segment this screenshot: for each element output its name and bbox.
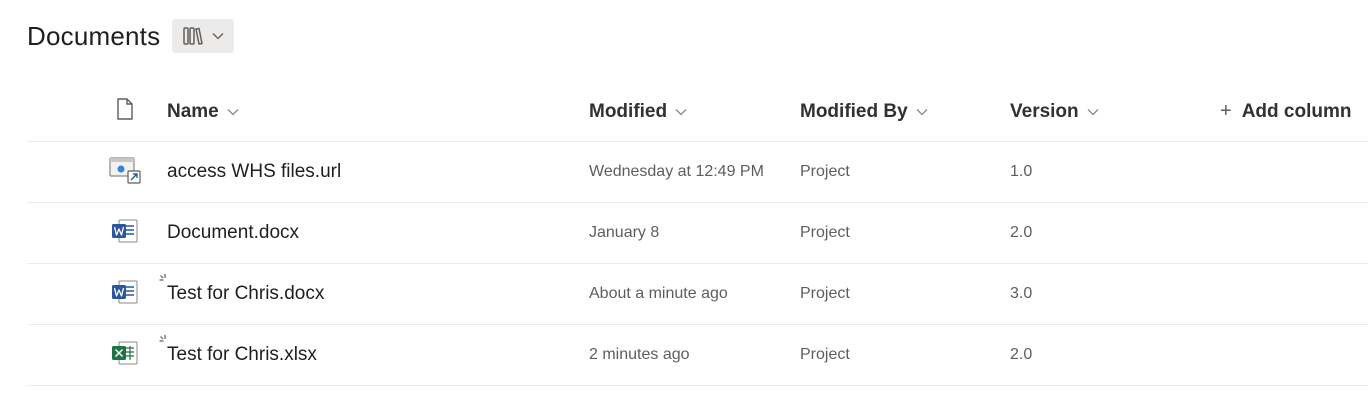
chevron-down-icon — [227, 108, 239, 116]
name-column-header[interactable]: Name — [167, 82, 239, 141]
excel-icon — [110, 340, 140, 371]
modified-by-header-label: Modified By — [800, 100, 908, 122]
library-title-bar: Documents — [27, 16, 235, 56]
file-name-link[interactable]: Document.docx — [167, 222, 299, 244]
chevron-down-icon — [675, 108, 687, 116]
modified-cell: 2 minutes ago — [589, 325, 690, 385]
modified-header-label: Modified — [589, 100, 668, 122]
modified-column-header[interactable]: Modified — [589, 82, 687, 141]
version-number: 1.0 — [1010, 163, 1033, 180]
modified-by-cell: Project — [800, 142, 850, 202]
modified-by-cell: Project — [800, 203, 850, 263]
file-icon-cell — [109, 264, 141, 324]
version-number: 2.0 — [1010, 224, 1033, 241]
file-name-link[interactable]: Test for Chris.xlsx — [167, 344, 317, 366]
modified-by-user[interactable]: Project — [800, 163, 850, 181]
modified-cell: January 8 — [589, 203, 659, 263]
file-icon-cell — [109, 325, 141, 385]
modified-by-user[interactable]: Project — [800, 224, 850, 242]
add-column-label: Add column — [1241, 100, 1352, 122]
file-icon-cell — [109, 203, 141, 263]
document-icon — [114, 97, 136, 126]
file-name-cell[interactable]: access WHS files.url — [167, 142, 341, 202]
version-cell: 2.0 — [1010, 203, 1032, 263]
file-name-cell[interactable]: Document.docx — [167, 203, 299, 263]
list-item[interactable]: Test for Chris.xlsx 2 minutes ago Projec… — [27, 325, 1368, 386]
version-cell: 1.0 — [1010, 142, 1032, 202]
plus-icon: + — [1220, 100, 1232, 122]
modified-by-column-header[interactable]: Modified By — [800, 82, 928, 141]
version-number: 3.0 — [1010, 285, 1033, 302]
file-name-link[interactable]: access WHS files.url — [167, 161, 341, 183]
list-item[interactable]: Test for Chris.docx About a minute ago P… — [27, 264, 1368, 325]
modified-date: January 8 — [589, 224, 660, 241]
word-icon — [110, 279, 140, 310]
column-header-row: Name Modified Modified By Version + Add … — [27, 82, 1368, 142]
file-name-cell[interactable]: Test for Chris.docx — [159, 264, 324, 324]
document-list: Name Modified Modified By Version + Add … — [27, 82, 1368, 386]
library-icon — [182, 25, 204, 47]
new-item-icon — [158, 273, 172, 292]
version-cell: 3.0 — [1010, 264, 1032, 324]
modified-cell: About a minute ago — [589, 264, 728, 324]
link-file-icon — [108, 155, 142, 190]
modified-by-cell: Project — [800, 264, 850, 324]
modified-by-user[interactable]: Project — [800, 346, 850, 364]
view-switcher-button[interactable] — [172, 19, 235, 53]
modified-by-user[interactable]: Project — [800, 285, 850, 303]
file-icon-cell — [109, 142, 141, 202]
add-column-button[interactable]: + Add column — [1220, 82, 1351, 141]
name-header-label: Name — [167, 100, 219, 122]
version-cell: 2.0 — [1010, 325, 1032, 385]
chevron-down-icon — [212, 32, 224, 40]
version-header-label: Version — [1010, 100, 1079, 122]
modified-date: About a minute ago — [589, 285, 728, 302]
chevron-down-icon — [1087, 108, 1099, 116]
version-number: 2.0 — [1010, 346, 1033, 363]
modified-by-cell: Project — [800, 325, 850, 385]
file-name-link[interactable]: Test for Chris.docx — [167, 283, 324, 305]
chevron-down-icon — [916, 108, 928, 116]
file-type-header[interactable] — [109, 82, 141, 141]
list-item[interactable]: access WHS files.url Wednesday at 12:49 … — [27, 142, 1368, 203]
version-column-header[interactable]: Version — [1010, 82, 1099, 141]
new-item-icon — [158, 334, 172, 353]
modified-date: 2 minutes ago — [589, 346, 690, 363]
word-icon — [110, 218, 140, 249]
modified-date: Wednesday at 12:49 PM — [589, 163, 764, 180]
modified-cell: Wednesday at 12:49 PM — [589, 142, 764, 202]
page-title: Documents — [27, 20, 161, 51]
list-item[interactable]: Document.docx January 8 Project 2.0 — [27, 203, 1368, 264]
file-name-cell[interactable]: Test for Chris.xlsx — [159, 325, 317, 385]
